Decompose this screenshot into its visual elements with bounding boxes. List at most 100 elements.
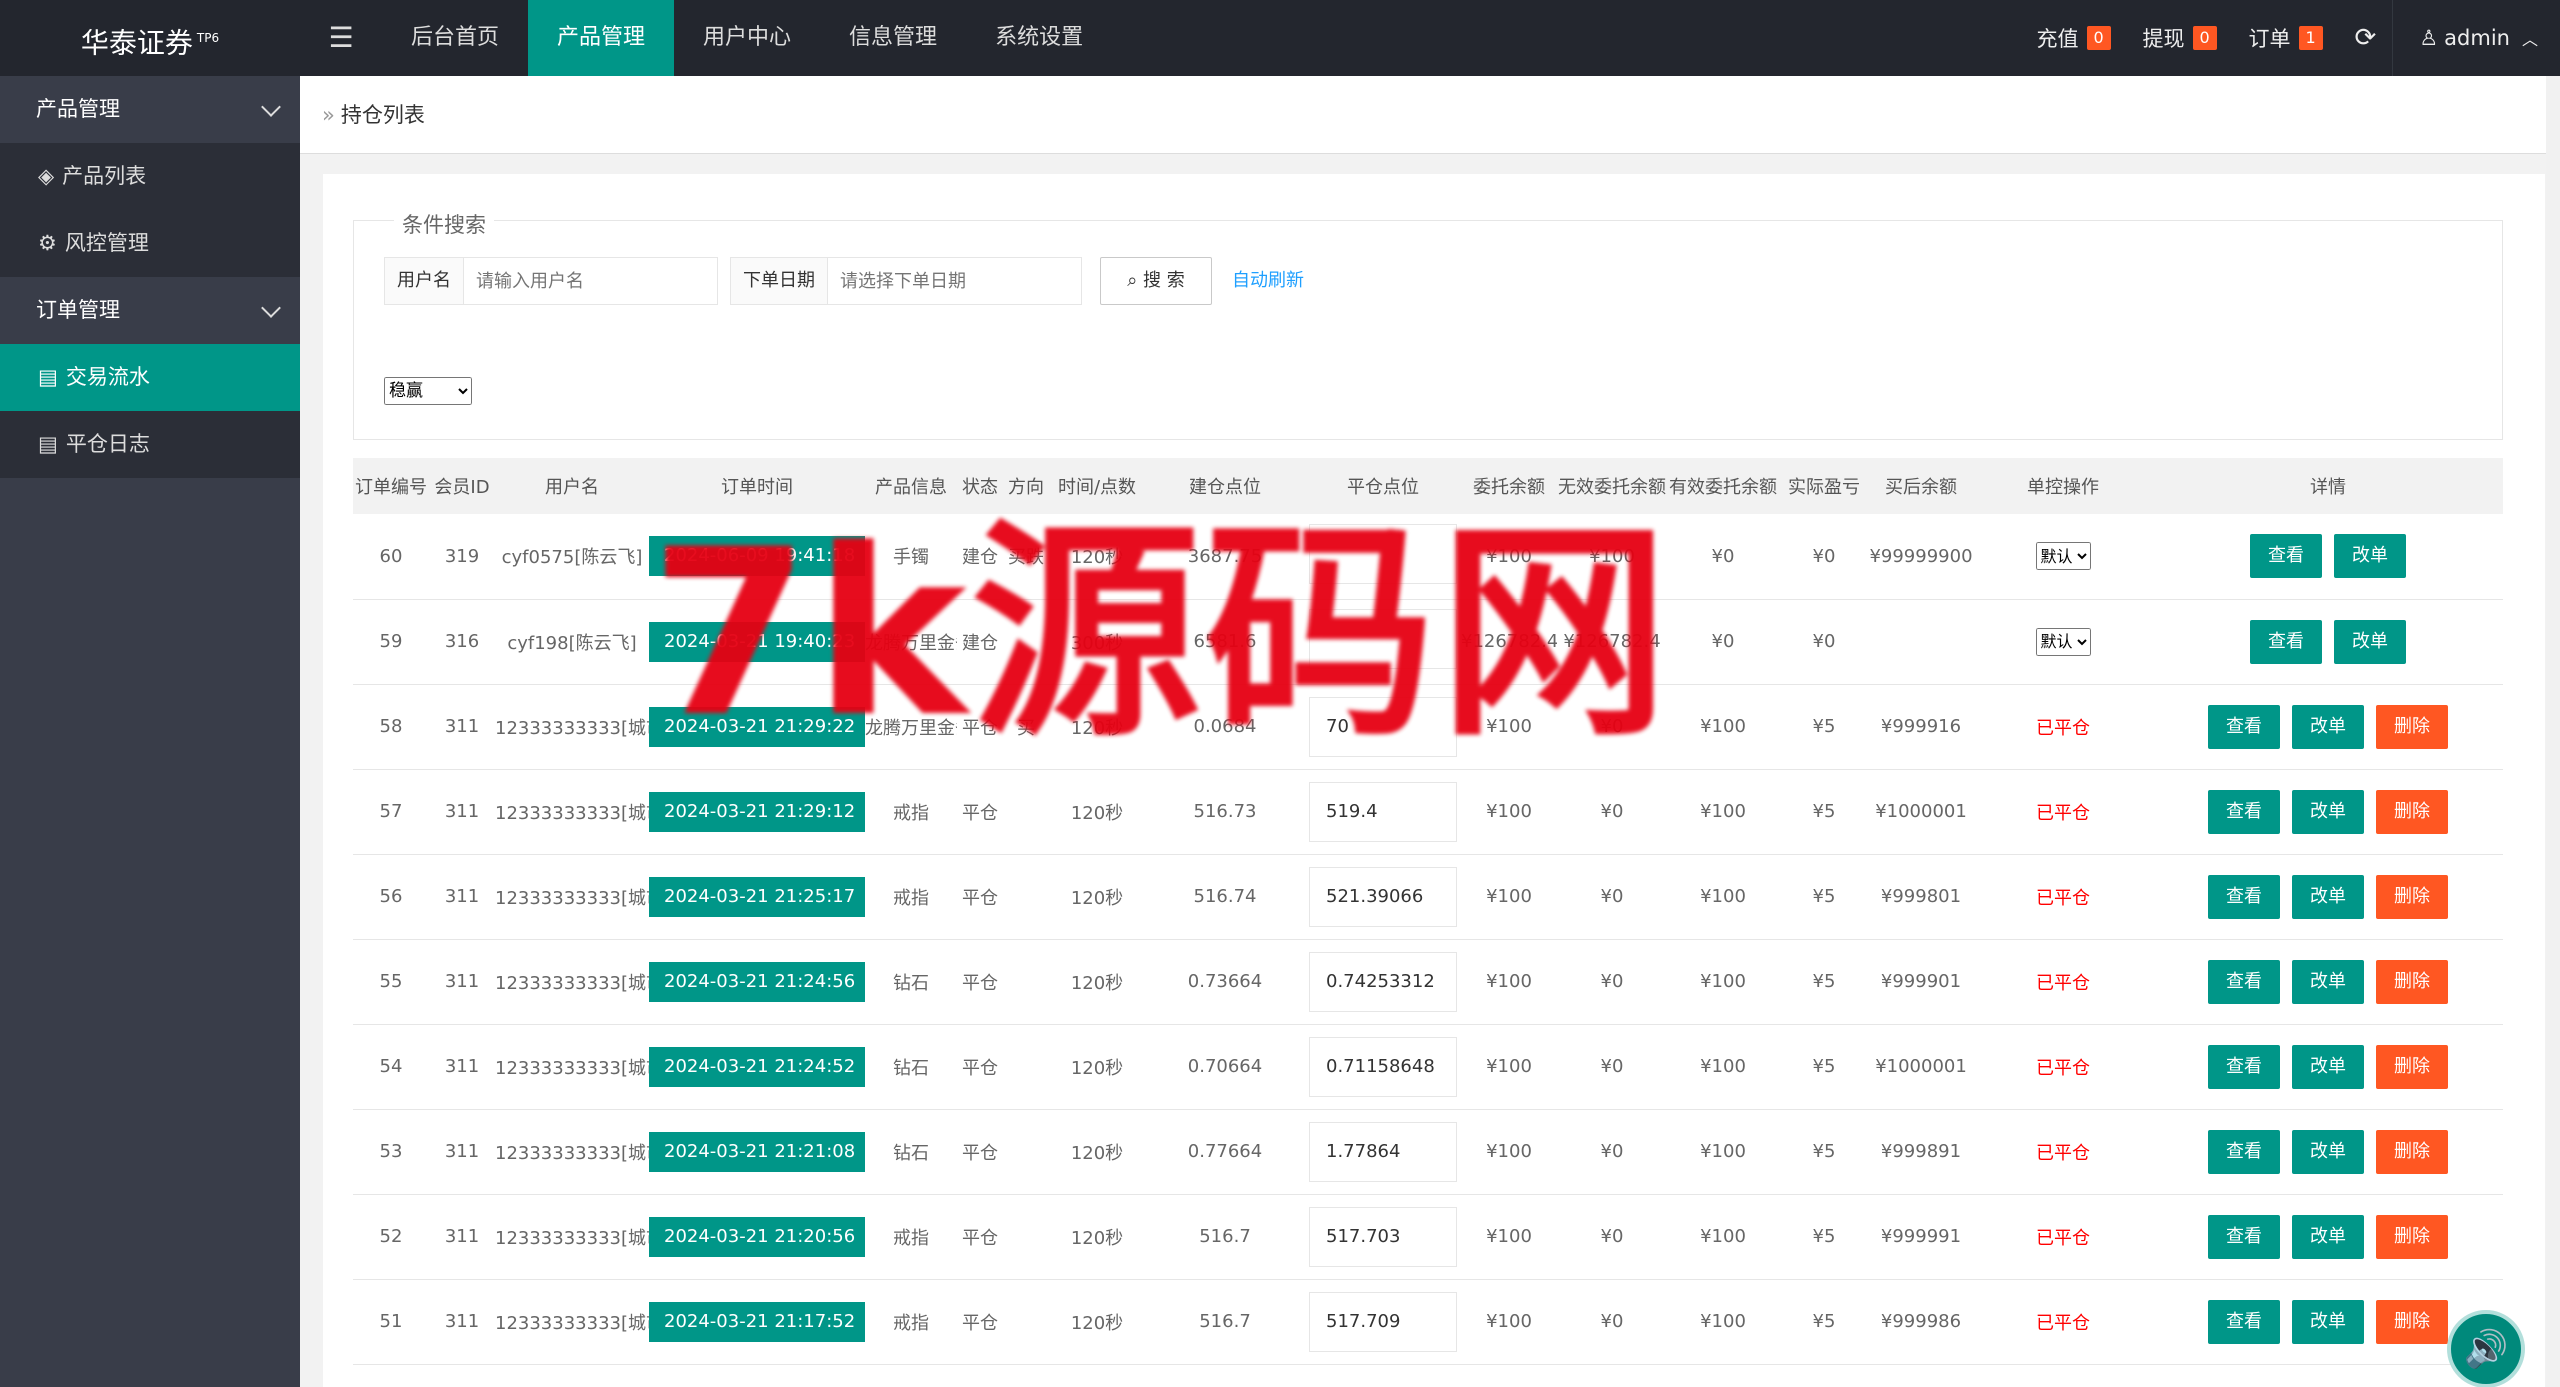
- entrust-cell: ¥100: [1461, 1279, 1557, 1365]
- delete-button[interactable]: 删除: [2376, 1299, 2448, 1344]
- view-button[interactable]: 查看: [2208, 704, 2280, 749]
- close-price-input[interactable]: 521.39066: [1309, 866, 1457, 927]
- nav-users[interactable]: 用户中心: [674, 0, 820, 76]
- delete-button[interactable]: 删除: [2376, 874, 2448, 919]
- view-button[interactable]: 查看: [2208, 1044, 2280, 1089]
- delete-button[interactable]: 删除: [2376, 1214, 2448, 1259]
- duration-cell: 120秒: [1049, 854, 1145, 940]
- auto-refresh-link[interactable]: 自动刷新: [1232, 257, 1304, 305]
- closed-state: 已平仓: [2036, 1057, 2090, 1079]
- closed-state: 已平仓: [2036, 1142, 2090, 1164]
- time-cell: 2024-03-21 21:17:52: [649, 1279, 865, 1365]
- sidebar-item-trades[interactable]: ▤ 交易流水: [0, 344, 300, 411]
- duration-cell: 120秒: [1049, 769, 1145, 855]
- delete-button[interactable]: 删除: [2376, 1129, 2448, 1174]
- edit-button[interactable]: 改单: [2292, 1299, 2364, 1344]
- status-cell: 平仓: [957, 854, 1003, 940]
- speaker-button[interactable]: 🔊: [2447, 1310, 2525, 1387]
- valid-entrust-cell: ¥100: [1667, 1109, 1779, 1195]
- duration-cell: 120秒: [1049, 1279, 1145, 1365]
- sidebar-group-orders[interactable]: 订单管理: [0, 277, 300, 344]
- close-price-input[interactable]: 1.77864: [1309, 1121, 1457, 1182]
- nav-info[interactable]: 信息管理: [820, 0, 966, 76]
- entrust-cell: ¥100: [1461, 1109, 1557, 1195]
- edit-button[interactable]: 改单: [2292, 1214, 2364, 1259]
- menu-icon[interactable]: ☰: [300, 0, 382, 76]
- control-cell: 默认: [1973, 514, 2153, 600]
- watermark: 7k源码网: [650, 501, 1673, 768]
- edit-button[interactable]: 改单: [2292, 874, 2364, 919]
- sidebar-item-close-log[interactable]: ▤ 平仓日志: [0, 411, 300, 478]
- sidebar-item-label: 交易流水: [65, 365, 150, 389]
- view-button[interactable]: 查看: [2208, 959, 2280, 1004]
- actions-cell: 查看 改单: [2153, 599, 2503, 685]
- edit-button[interactable]: 改单: [2334, 534, 2406, 579]
- pnl-cell: ¥5: [1779, 769, 1869, 855]
- search-button[interactable]: ⌕ 搜 索: [1100, 257, 1212, 305]
- invalid-entrust-cell: ¥0: [1557, 769, 1667, 855]
- layers-icon: ◈: [38, 164, 55, 188]
- withdraw-label: 提现: [2142, 27, 2185, 51]
- admin-menu[interactable]: ♙ admin ︿: [2392, 0, 2560, 76]
- nav-home[interactable]: 后台首页: [382, 0, 528, 76]
- view-button[interactable]: 查看: [2208, 1299, 2280, 1344]
- edit-button[interactable]: 改单: [2292, 959, 2364, 1004]
- nav-products[interactable]: 产品管理: [528, 0, 675, 76]
- nav-settings[interactable]: 系统设置: [966, 0, 1112, 76]
- delete-button[interactable]: 删除: [2376, 704, 2448, 749]
- direction-cell: [1003, 1194, 1049, 1280]
- recharge-link[interactable]: 充值 0: [2021, 0, 2127, 76]
- direction-cell: [1003, 769, 1049, 855]
- close-price-input[interactable]: 0.71158648: [1309, 1036, 1457, 1097]
- control-select[interactable]: 默认: [2035, 627, 2091, 656]
- date-input[interactable]: [828, 258, 1078, 304]
- table-row: 5731112333333333[城市]2024-03-21 21:29:12戒…: [353, 769, 2503, 855]
- edit-button[interactable]: 改单: [2292, 789, 2364, 834]
- close-price-input[interactable]: 519.4: [1309, 781, 1457, 842]
- delete-button[interactable]: 删除: [2376, 789, 2448, 834]
- view-button[interactable]: 查看: [2250, 619, 2322, 664]
- closed-state: 已平仓: [2036, 972, 2090, 994]
- logo[interactable]: 华泰证券 TP6: [0, 0, 300, 76]
- time-cell: 2024-03-21 21:29:12: [649, 769, 865, 855]
- scrollbar[interactable]: [2546, 76, 2560, 1387]
- valid-entrust-cell: ¥100: [1667, 1024, 1779, 1110]
- orders-link[interactable]: 订单 1: [2233, 0, 2339, 76]
- delete-button[interactable]: 删除: [2376, 959, 2448, 1004]
- valid-entrust-cell: ¥100: [1667, 939, 1779, 1025]
- sidebar-item-risk[interactable]: ⚙ 风控管理: [0, 210, 300, 277]
- order-id-cell: 56: [353, 854, 429, 940]
- sidebar-item-product-list[interactable]: ◈ 产品列表: [0, 143, 300, 210]
- order-id-cell: 59: [353, 599, 429, 685]
- actions-cell: 查看 改单: [2153, 514, 2503, 600]
- view-button[interactable]: 查看: [2208, 1129, 2280, 1174]
- pnl-cell: ¥5: [1779, 854, 1869, 940]
- balance-cell: ¥1000001: [1869, 769, 1973, 855]
- status-cell: 平仓: [957, 1109, 1003, 1195]
- sidebar-group-label: 产品管理: [36, 97, 120, 121]
- close-price-input[interactable]: 0.74253312: [1309, 951, 1457, 1012]
- edit-button[interactable]: 改单: [2292, 704, 2364, 749]
- close-price-input[interactable]: 517.709: [1309, 1291, 1457, 1352]
- status-select[interactable]: 稳赢: [384, 377, 472, 405]
- view-button[interactable]: 查看: [2208, 789, 2280, 834]
- control-select[interactable]: 默认: [2035, 542, 2091, 571]
- open-price-cell: 0.70664: [1145, 1024, 1305, 1110]
- sidebar-group-products[interactable]: 产品管理: [0, 76, 300, 143]
- close-price-input[interactable]: 517.703: [1309, 1206, 1457, 1267]
- edit-button[interactable]: 改单: [2334, 619, 2406, 664]
- view-button[interactable]: 查看: [2250, 534, 2322, 579]
- edit-button[interactable]: 改单: [2292, 1129, 2364, 1174]
- time-cell: 2024-03-21 21:24:56: [649, 939, 865, 1025]
- username-cell: 12333333333[城市]: [495, 684, 649, 770]
- username-cell: cyf198[陈云飞]: [495, 599, 649, 685]
- delete-button[interactable]: 删除: [2376, 1044, 2448, 1089]
- refresh-icon[interactable]: ⟳: [2339, 0, 2393, 76]
- username-input[interactable]: [464, 258, 714, 304]
- edit-button[interactable]: 改单: [2292, 1044, 2364, 1089]
- view-button[interactable]: 查看: [2208, 874, 2280, 919]
- view-button[interactable]: 查看: [2208, 1214, 2280, 1259]
- date-label: 下单日期: [731, 258, 828, 304]
- close-price-cell: 517.703: [1305, 1194, 1461, 1280]
- withdraw-link[interactable]: 提现 0: [2127, 0, 2233, 76]
